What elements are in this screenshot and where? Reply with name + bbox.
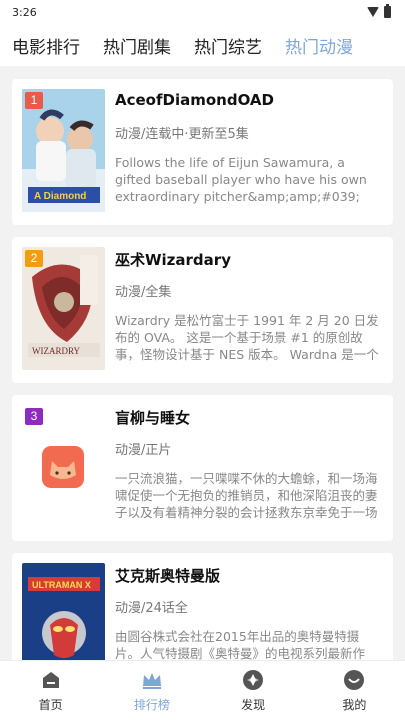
ranking-list[interactable]: A Diamond 1 AceofDiamondOAD 动漫/连载中·更新至5集… <box>0 66 405 660</box>
tab-hot-variety[interactable]: 热门综艺 <box>194 33 262 58</box>
nav-home[interactable]: 首页 <box>16 668 86 713</box>
item-title: 巫术Wizardary <box>115 251 231 269</box>
battery-icon <box>384 4 391 18</box>
tab-hot-anime[interactable]: 热门动漫 <box>285 33 353 58</box>
list-item[interactable]: A Diamond 1 AceofDiamondOAD 动漫/连载中·更新至5集… <box>12 79 393 225</box>
status-bar: 3:26 <box>0 0 405 24</box>
rank-badge: 1 <box>25 92 43 109</box>
item-title: 艾克斯奥特曼版 <box>115 567 221 585</box>
item-meta: 动漫/正片 <box>115 443 172 458</box>
item-description: Follows the life of Eijun Sawamura, a gi… <box>115 155 367 204</box>
list-item[interactable]: ULTRAMAN X 艾克斯奥特曼版 动漫/24话全 由圆谷株式会社在2015年… <box>12 553 393 660</box>
item-meta: 动漫/全集 <box>115 285 172 300</box>
item-title: AceofDiamondOAD <box>115 91 274 109</box>
rank-badge: 3 <box>25 408 43 425</box>
discover-icon <box>243 670 264 690</box>
status-icons <box>367 4 391 18</box>
tab-movie-ranking[interactable]: 电影排行 <box>12 33 80 58</box>
profile-icon <box>344 670 365 690</box>
nav-ranking-label: 排行榜 <box>133 698 170 712</box>
nav-profile-label: 我的 <box>342 698 367 712</box>
wifi-icon <box>367 7 379 17</box>
item-title: 盲柳与睡女 <box>115 409 191 427</box>
item-meta: 动漫/连载中·更新至5集 <box>115 127 249 142</box>
poster-image: A Diamond 1 <box>22 89 105 212</box>
nav-discover-label: 发现 <box>241 698 266 712</box>
poster-image: WIZARDRY 2 <box>22 247 105 370</box>
poster-image: ULTRAMAN X <box>22 563 105 660</box>
category-tabs: 电影排行 热门剧集 热门综艺 热门动漫 <box>0 24 405 66</box>
item-description: 一只流浪猫，一只喋喋不休的大蟾蜍，和一场海啸促使一个无抱负的推销员，和他深陷沮丧… <box>115 471 378 520</box>
home-icon <box>42 672 59 688</box>
nav-profile[interactable]: 我的 <box>319 668 389 713</box>
item-meta: 动漫/24话全 <box>115 601 188 616</box>
svg-text:A Diamond: A Diamond <box>34 191 86 202</box>
list-item[interactable]: 3 盲柳与睡女 动漫/正片 一只流浪猫，一只喋喋不休的大蟾蜍，和一场海啸促使一个… <box>12 395 393 541</box>
crown-icon <box>142 673 161 689</box>
status-time: 3:26 <box>12 5 37 19</box>
tab-hot-series[interactable]: 热门剧集 <box>103 33 171 58</box>
list-item[interactable]: WIZARDRY 2 巫术Wizardary 动漫/全集 Wizardry 是松… <box>12 237 393 383</box>
nav-discover[interactable]: 发现 <box>218 668 288 713</box>
svg-text:ULTRAMAN X: ULTRAMAN X <box>32 580 91 590</box>
poster-image: 3 <box>22 405 105 528</box>
bottom-navigation: 首页 排行榜 发现 我的 <box>0 660 405 720</box>
item-description: 由圆谷株式会社在2015年出品的奥特曼特摄片。人气特摄剧《奥特曼》的电视系列最新… <box>115 629 366 660</box>
nav-home-label: 首页 <box>38 698 63 712</box>
rank-badge: 2 <box>25 250 43 267</box>
nav-ranking[interactable]: 排行榜 <box>117 668 187 713</box>
svg-text:WIZARDRY: WIZARDRY <box>32 346 80 356</box>
item-description: Wizardry 是松竹富士于 1991 年 2 月 20 日发布的 OVA。 … <box>115 313 379 362</box>
poster-ultraman-x: ULTRAMAN X <box>22 563 105 660</box>
